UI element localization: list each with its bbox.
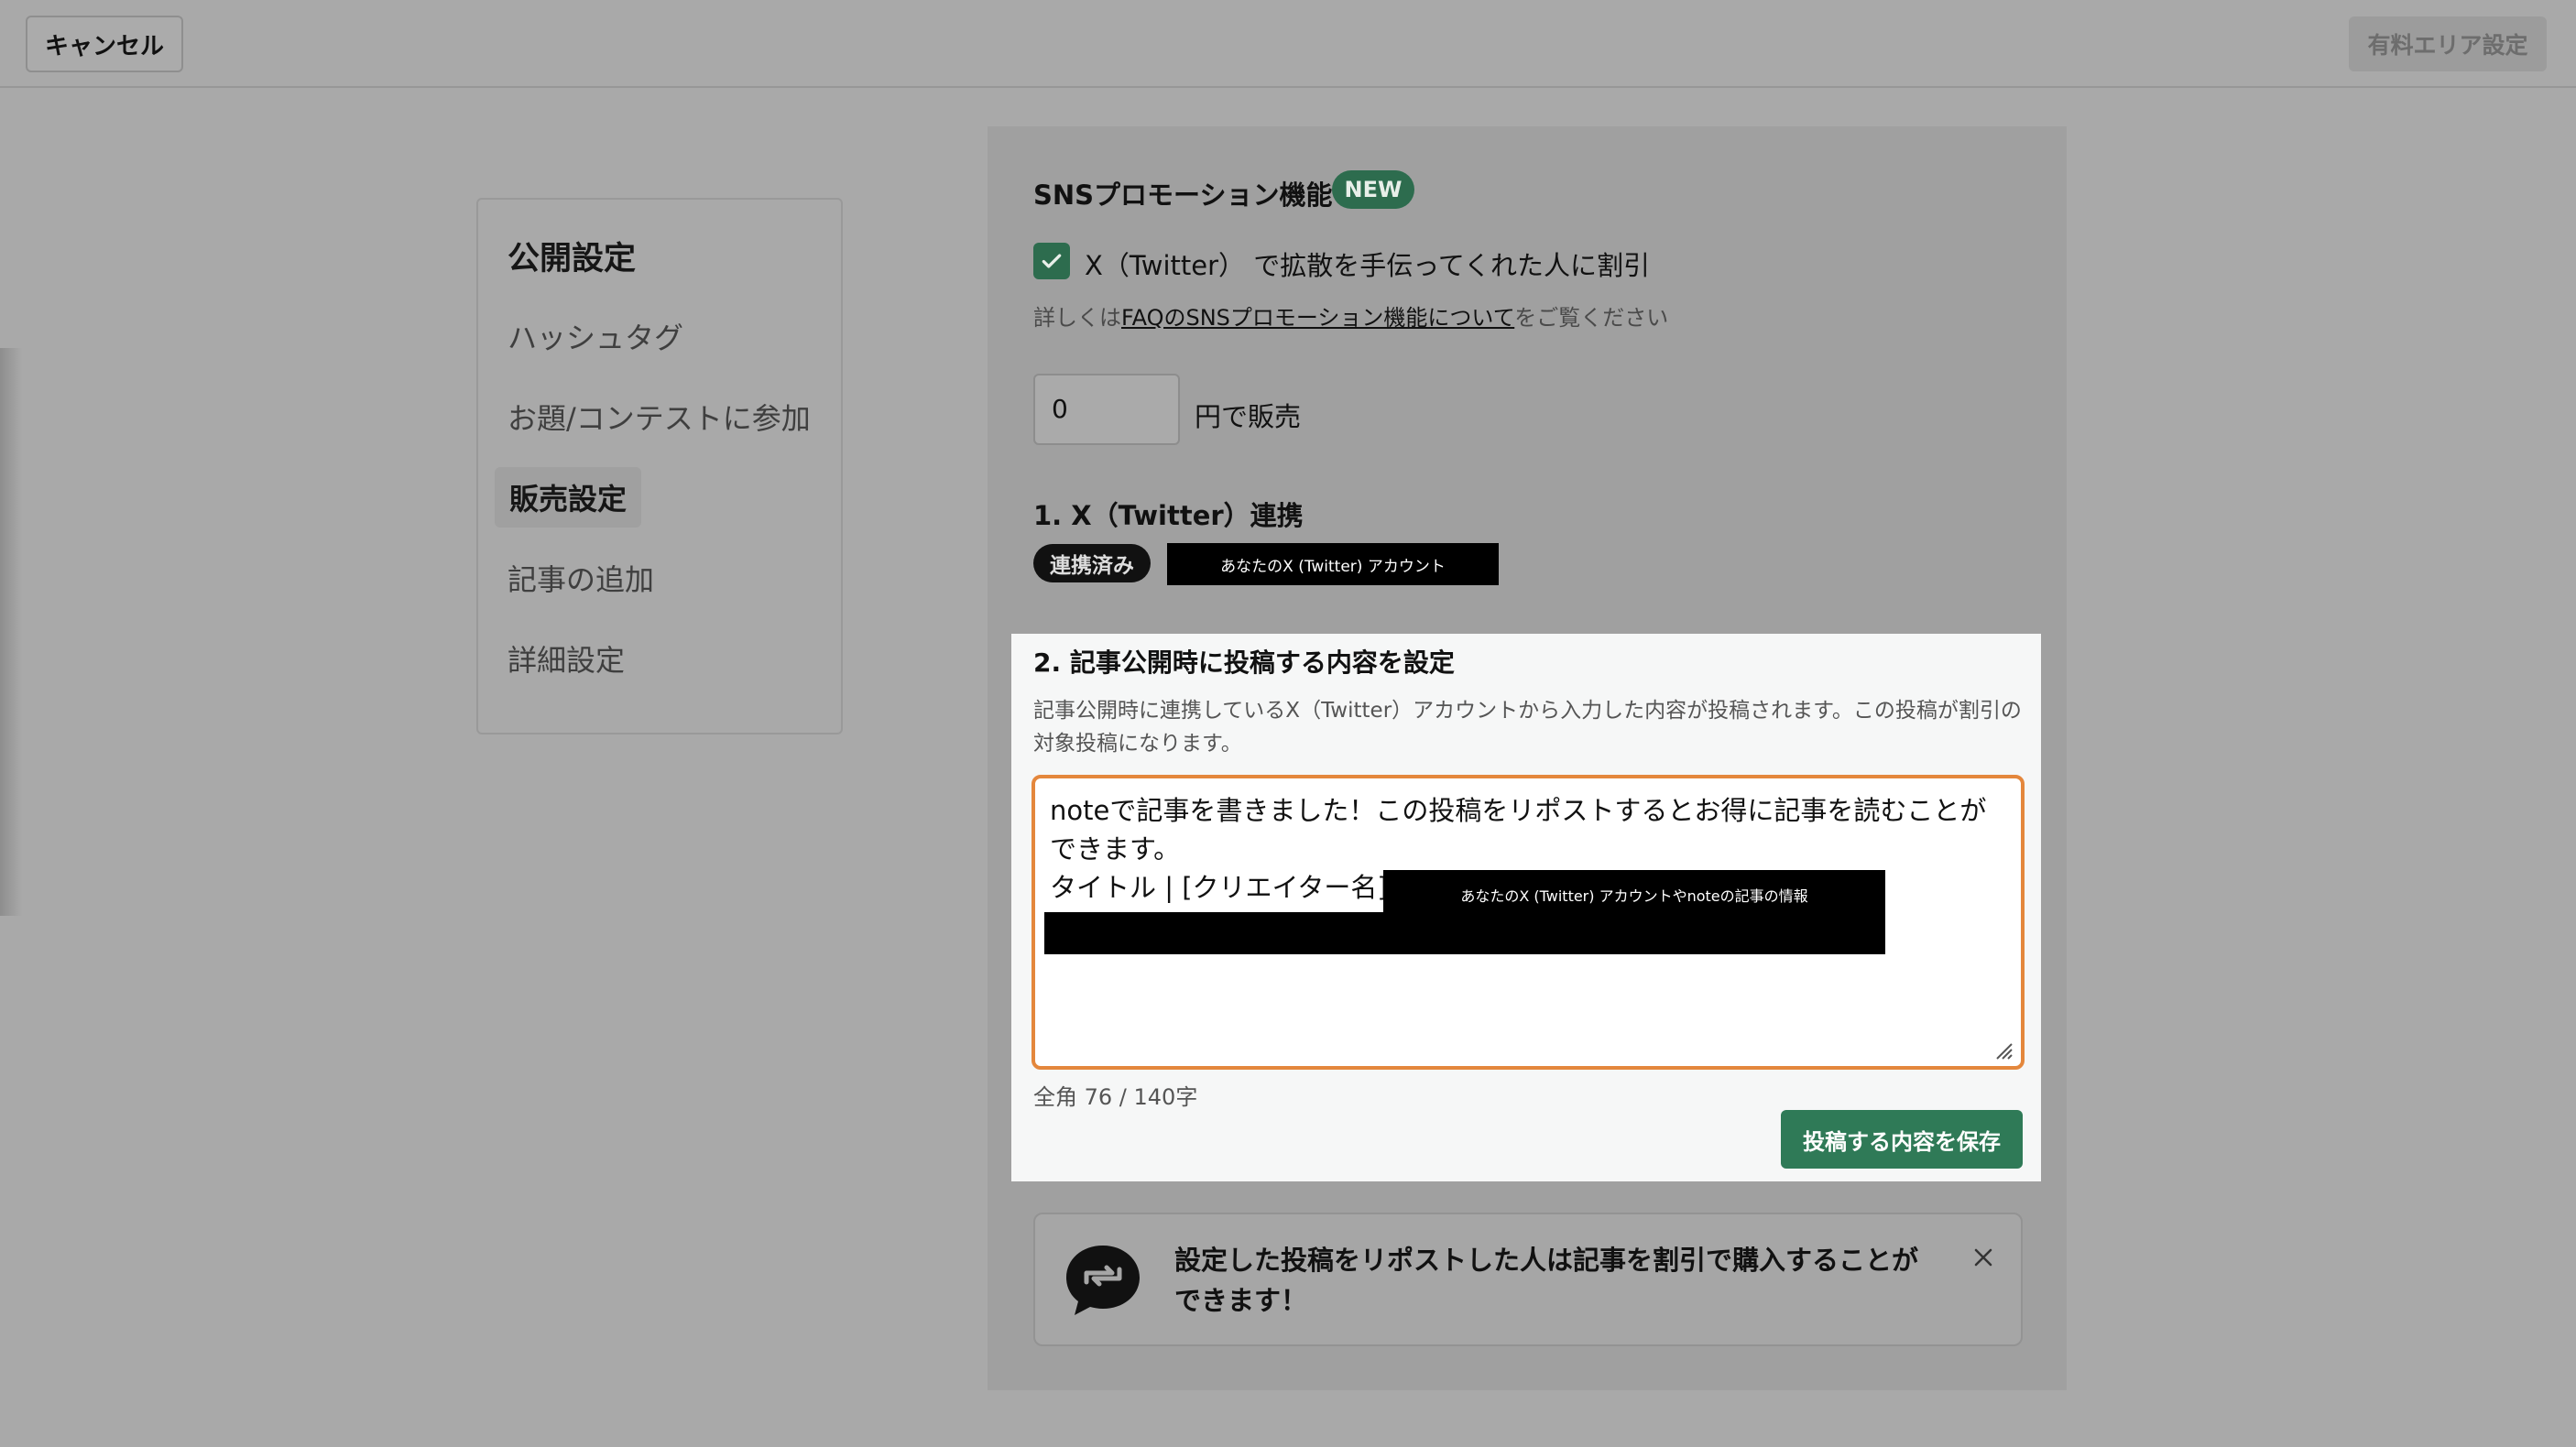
repost-tip-text: 設定した投稿をリポストした人は記事を割引で購入することができます！ [1174, 1245, 1919, 1316]
sidebar-item-hashtag[interactable]: ハッシュタグ [508, 315, 683, 357]
faq-prefix: 詳しくは [1033, 305, 1121, 331]
sidebar-item-contest[interactable]: お題/コンテストに参加 [508, 396, 811, 438]
sns-discount-label[interactable]: X（Twitter） で拡散を手伝ってくれた人に割引 [1085, 245, 1650, 283]
post-content-description: 記事公開時に連携しているX（Twitter）アカウントから入力した内容が投稿され… [1033, 699, 2022, 756]
top-bar: キャンセル 有料エリア設定 [0, 0, 2576, 88]
price-suffix: 円で販売 [1195, 401, 1302, 432]
edge-shadow [0, 348, 22, 916]
settings-sidebar: 公開設定 ハッシュタグ お題/コンテストに参加 販売設定 記事の追加 詳細設定 [476, 198, 843, 734]
save-post-button[interactable]: 投稿する内容を保存 [1781, 1110, 2023, 1169]
faq-suffix: をご覧ください [1514, 305, 1669, 331]
sidebar-item-advanced[interactable]: 詳細設定 [508, 637, 625, 680]
twitter-link-title: 1. X（Twitter）連携 [1033, 500, 1304, 531]
new-badge: NEW [1332, 170, 1414, 209]
account-redacted: あなたのX (Twitter) アカウント [1167, 543, 1499, 585]
close-tip-button[interactable] [1968, 1242, 1999, 1273]
sns-discount-checkbox[interactable] [1033, 243, 1070, 279]
resize-handle-icon[interactable] [1993, 1040, 2014, 1061]
repost-tip-card: 設定した投稿をリポストした人は記事を割引で購入することができます！ [1033, 1213, 2023, 1346]
close-icon [1974, 1248, 1992, 1267]
faq-note: 詳しくはFAQのSNSプロモーション機能についてをご覧ください [1033, 299, 1668, 332]
check-icon [1042, 254, 1062, 268]
paid-area-settings-button[interactable]: 有料エリア設定 [2349, 16, 2547, 71]
sidebar-item-add-article[interactable]: 記事の追加 [508, 557, 654, 599]
price-input[interactable]: 0 [1033, 374, 1180, 445]
post-text-line-1: noteで記事を書きました！この投稿をリポストするとお得に記事を読むことができま… [1050, 795, 1987, 865]
post-redacted-block: あなたのX (Twitter) アカウントやnoteの記事の情報 [1383, 870, 1885, 954]
sns-promotion-title: SNSプロモーション機能 [1033, 180, 1333, 211]
sidebar-heading: 公開設定 [508, 241, 637, 277]
repost-bubble-icon [1066, 1246, 1140, 1315]
post-content-title: 2. 記事公開時に投稿する内容を設定 [1033, 647, 1455, 678]
faq-link[interactable]: FAQのSNSプロモーション機能について [1121, 305, 1514, 331]
connected-badge: 連携済み [1033, 544, 1151, 582]
cancel-button[interactable]: キャンセル [26, 16, 183, 72]
sidebar-item-sales[interactable]: 販売設定 [495, 467, 642, 528]
post-content-textarea[interactable]: noteで記事を書きました！この投稿をリポストするとお得に記事を読むことができま… [1031, 775, 2025, 1070]
publish-settings-page: キャンセル 有料エリア設定 公開設定 ハッシュタグ お題/コンテストに参加 販売… [0, 0, 2576, 1447]
post-content-section: 2. 記事公開時に投稿する内容を設定 記事公開時に連携しているX（Twitter… [1011, 634, 2041, 1181]
char-count: 全角 76 / 140字 [1033, 1084, 1198, 1110]
